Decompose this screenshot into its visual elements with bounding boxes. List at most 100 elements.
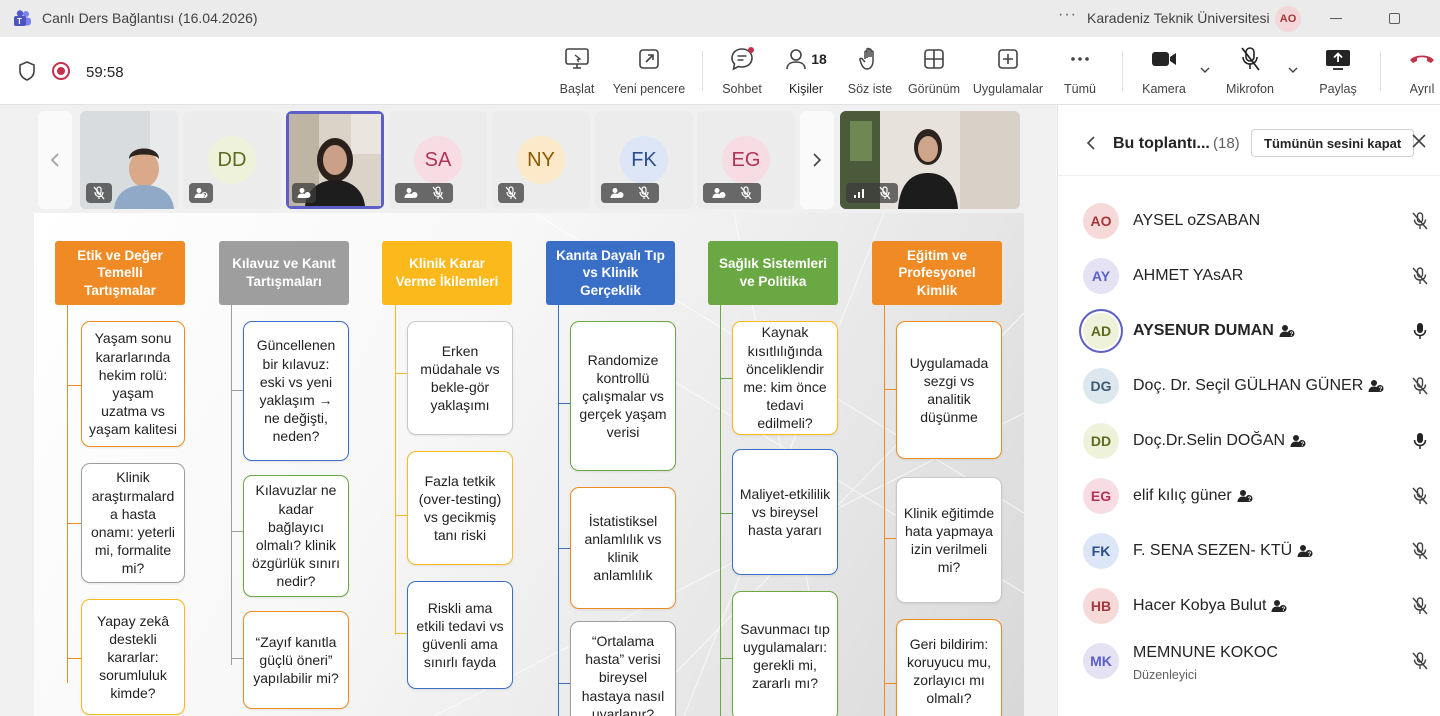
guest-icon: ? bbox=[1368, 379, 1384, 393]
people-button[interactable]: 18 Kişiler bbox=[780, 45, 832, 107]
connector-line bbox=[231, 531, 243, 532]
connector-line bbox=[67, 385, 81, 386]
participant-name-text: Doç. Dr. Seçil GÜLHAN GÜNER bbox=[1133, 377, 1364, 394]
participant-role: Düzenleyici bbox=[1133, 668, 1197, 682]
meeting-timer: 59:58 bbox=[86, 64, 124, 81]
guest-icon: ? bbox=[1290, 434, 1306, 448]
participant-avatar: DG bbox=[1083, 368, 1119, 404]
microphone-off-icon[interactable] bbox=[1410, 596, 1430, 616]
hang-up-icon bbox=[1410, 55, 1434, 63]
participant-name: Doç. Dr. Seçil GÜLHAN GÜNER? bbox=[1133, 377, 1384, 395]
participant-name-text: Doç.Dr.Selin DOĞAN bbox=[1133, 432, 1286, 449]
participant-row[interactable]: HB Hacer Kobya Bulut? bbox=[1058, 580, 1440, 635]
more-options-icon[interactable]: ··· bbox=[1058, 6, 1077, 24]
participant-initials: FK bbox=[620, 136, 668, 184]
share-button[interactable]: Paylaş bbox=[1318, 45, 1358, 101]
connector-line bbox=[395, 305, 396, 635]
participant-video-tile-active[interactable] bbox=[286, 111, 384, 209]
participant-row[interactable]: EG elif kılıç güner? bbox=[1058, 470, 1440, 525]
participant-initials: EG bbox=[722, 136, 770, 184]
participant-avatar-tile[interactable]: FK bbox=[595, 111, 693, 209]
topic-card: Fazla tetkik (over-testing) vs gecikmiş … bbox=[407, 451, 513, 565]
start-button[interactable]: Başlat bbox=[556, 45, 598, 101]
participant-name: elif kılıç güner? bbox=[1133, 487, 1253, 505]
participant-row[interactable]: FK F. SENA SEZEN- KTÜ? bbox=[1058, 525, 1440, 580]
microphone-off-icon[interactable] bbox=[1410, 376, 1430, 396]
microphone-options-chevron-icon[interactable] bbox=[1288, 65, 1298, 75]
participant-avatar-tile[interactable]: DD ? bbox=[183, 111, 281, 209]
back-button[interactable] bbox=[1086, 135, 1096, 156]
microphone-off-icon[interactable] bbox=[1410, 651, 1430, 671]
microphone-off-icon bbox=[740, 186, 752, 200]
participant-row[interactable]: MK MEMNUNE KOKOC Düzenleyici bbox=[1058, 635, 1440, 690]
user-avatar[interactable]: AO bbox=[1275, 6, 1301, 32]
participant-video-tile[interactable] bbox=[80, 111, 178, 209]
raise-hand-button[interactable]: Söz iste bbox=[846, 45, 894, 101]
camera-button[interactable]: Kamera bbox=[1140, 45, 1188, 101]
microphone-off-icon[interactable] bbox=[1410, 486, 1430, 506]
participant-row[interactable]: AD AYSENUR DUMAN? bbox=[1058, 305, 1440, 360]
shield-icon[interactable] bbox=[18, 61, 36, 81]
participant-row[interactable]: AY AHMET YAsAR bbox=[1058, 250, 1440, 305]
participant-name: F. SENA SEZEN- KTÜ? bbox=[1133, 542, 1313, 560]
maximize-icon[interactable] bbox=[1389, 13, 1400, 24]
topic-card: Maliyet-etkililik vs bireysel hasta yara… bbox=[732, 449, 838, 575]
new-window-button[interactable]: Yeni pencere bbox=[612, 45, 686, 101]
connector-line bbox=[720, 658, 732, 659]
tiles-next-button[interactable] bbox=[800, 111, 834, 209]
participant-row[interactable]: DG Doç. Dr. Seçil GÜLHAN GÜNER? bbox=[1058, 360, 1440, 415]
tiles-prev-button[interactable] bbox=[38, 111, 72, 209]
participant-name: MEMNUNE KOKOC bbox=[1133, 644, 1278, 662]
apps-button[interactable]: Uygulamalar bbox=[970, 45, 1046, 101]
topic-card: Savunmacı tıp uygulamaları: gerekli mi, … bbox=[732, 591, 838, 716]
guest-icon: ? bbox=[1237, 489, 1253, 503]
participant-row[interactable]: DD Doç.Dr.Selin DOĞAN? bbox=[1058, 415, 1440, 470]
participant-avatar: AY bbox=[1083, 258, 1119, 294]
topic-card: Randomize kontrollü çalışmalar vs gerçek… bbox=[570, 321, 676, 471]
close-icon[interactable] bbox=[1410, 132, 1428, 150]
column-header: Eğitim ve Profesyonel Kimlik bbox=[872, 241, 1002, 305]
participant-avatar: FK bbox=[1083, 533, 1119, 569]
connector-line bbox=[720, 513, 732, 514]
participant-row[interactable]: AO AYSEL oZSABAN bbox=[1058, 195, 1440, 250]
guest-muted-indicator bbox=[703, 183, 761, 203]
toolbar-divider bbox=[1380, 51, 1381, 91]
camera-options-chevron-icon[interactable] bbox=[1200, 65, 1210, 75]
participant-name-text: Hacer Kobya Bulut bbox=[1133, 597, 1267, 614]
participant-avatar-tile[interactable]: NY bbox=[492, 111, 590, 209]
microphone-button[interactable]: Mikrofon bbox=[1222, 45, 1278, 101]
mute-all-button[interactable]: Tümünün sesini kapat bbox=[1251, 129, 1415, 157]
guest-icon bbox=[404, 188, 418, 198]
chat-button[interactable]: Sohbet bbox=[720, 45, 764, 101]
guest-muted-indicator bbox=[601, 183, 659, 203]
microphone-off-icon[interactable] bbox=[1410, 211, 1430, 231]
connector-line bbox=[720, 305, 721, 716]
svg-text:?: ? bbox=[1308, 552, 1312, 558]
minimize-icon[interactable] bbox=[1330, 18, 1342, 19]
more-button[interactable]: Tümü bbox=[1060, 45, 1100, 101]
presenter-status-indicator bbox=[846, 183, 898, 203]
connector-line bbox=[558, 305, 559, 716]
pop-out-icon bbox=[639, 49, 659, 69]
presenter-video-tile[interactable] bbox=[840, 111, 1020, 209]
participant-avatar-tile[interactable]: SA bbox=[389, 111, 487, 209]
microphone-on-icon[interactable] bbox=[1410, 321, 1430, 341]
participant-name: AHMET YAsAR bbox=[1133, 267, 1243, 285]
topic-card: İstatistiksel anlamlılık vs klinik anlam… bbox=[570, 487, 676, 609]
microphone-on-icon[interactable] bbox=[1410, 431, 1430, 451]
participant-avatar-tile[interactable]: EG bbox=[697, 111, 795, 209]
guest-icon: ? bbox=[1271, 599, 1287, 613]
microphone-off-icon[interactable] bbox=[1410, 266, 1430, 286]
add-app-icon bbox=[998, 49, 1018, 69]
view-button[interactable]: Görünüm bbox=[905, 45, 963, 101]
microphone-off-icon bbox=[638, 186, 650, 200]
teams-logo-icon: T bbox=[14, 10, 31, 26]
topic-card: Geri bildirim: koruyucu mu, zorlayıcı mı… bbox=[896, 619, 1002, 716]
leave-button[interactable]: Ayrıl bbox=[1404, 45, 1440, 101]
topic-card: Erken müdahale vs bekle-gör yaklaşımı bbox=[407, 321, 513, 435]
participant-avatar: HB bbox=[1083, 588, 1119, 624]
window-title: Canlı Ders Bağlantısı (16.04.2026) bbox=[42, 10, 258, 26]
meeting-toolbar: 59:58 Başlat Yeni pencere Sohbet 18 Kişi… bbox=[0, 37, 1440, 107]
connector-line bbox=[395, 633, 407, 634]
microphone-off-icon[interactable] bbox=[1410, 541, 1430, 561]
